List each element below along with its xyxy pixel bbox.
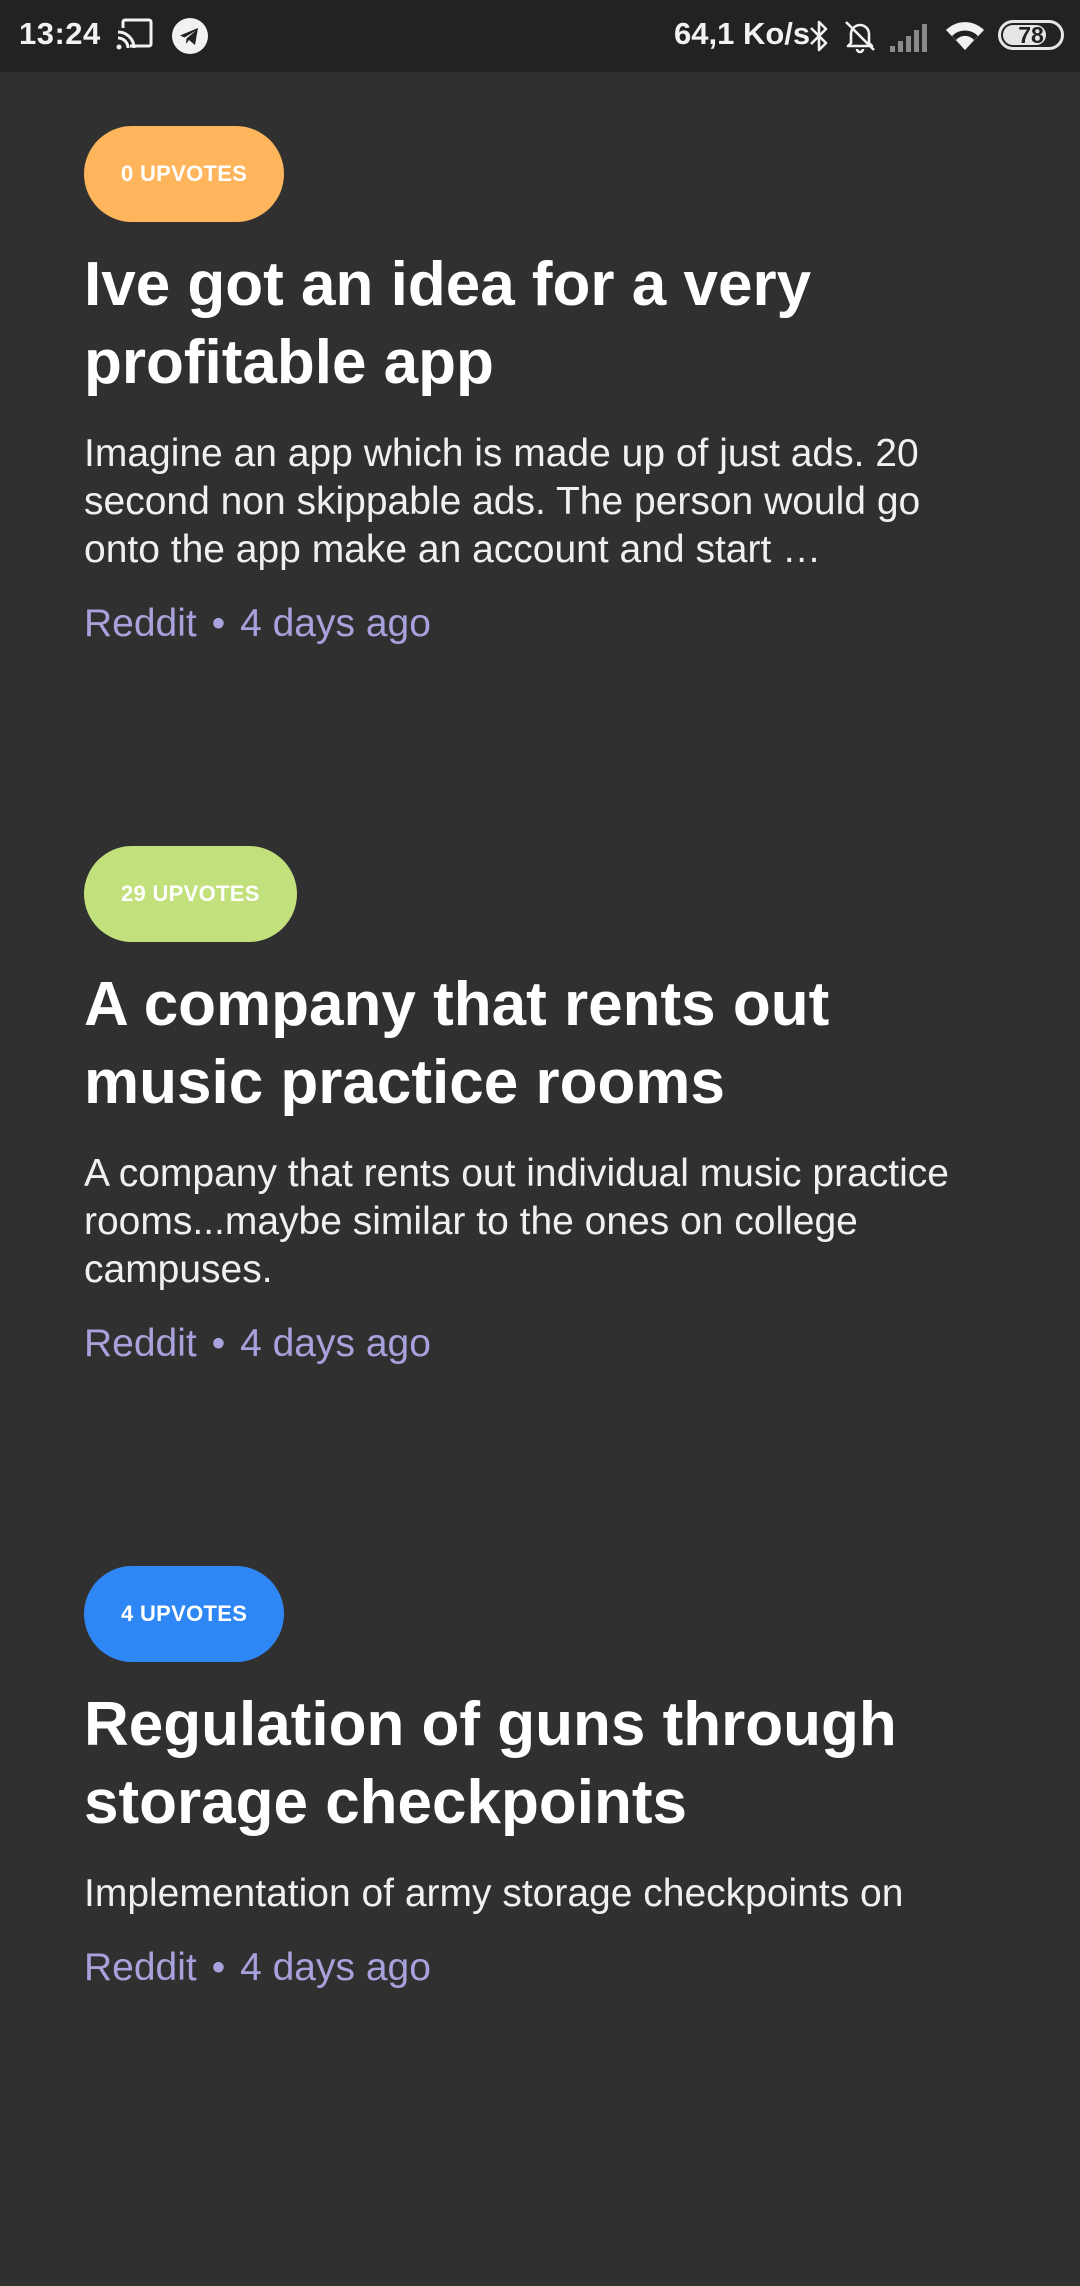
post-title[interactable]: Regulation of guns through storage check… xyxy=(84,1686,964,1842)
post-card[interactable]: 0 UPVOTES Ive got an idea for a very pro… xyxy=(84,126,1004,846)
cast-icon xyxy=(116,18,153,50)
post-title[interactable]: Ive got an idea for a very profitable ap… xyxy=(84,246,964,402)
meta-separator: • xyxy=(211,1946,226,1989)
wifi-icon xyxy=(946,22,984,50)
post-time: 4 days ago xyxy=(240,602,431,645)
post-excerpt: Implementation of army storage checkpoin… xyxy=(84,1872,904,1915)
telegram-icon xyxy=(172,18,208,54)
meta-separator: • xyxy=(211,602,226,645)
upvotes-badge: 29 UPVOTES xyxy=(84,846,297,942)
signal-icon xyxy=(890,24,927,52)
post-card[interactable]: 29 UPVOTES A company that rents out musi… xyxy=(84,846,1004,1566)
post-card[interactable]: 4 UPVOTES Regulation of guns through sto… xyxy=(84,1566,1004,2286)
network-speed: 64,1 Ko/s xyxy=(674,16,811,51)
post-time: 4 days ago xyxy=(240,1946,431,1989)
upvotes-badge: 4 UPVOTES xyxy=(84,1566,285,1662)
status-time: 13:24 xyxy=(19,16,101,51)
status-bar: 13:24 64,1 Ko/s 78 xyxy=(0,0,1080,72)
battery-icon: 78 xyxy=(998,20,1064,50)
post-excerpt: Imagine an app which is made up of just … xyxy=(84,432,921,571)
post-time: 4 days ago xyxy=(240,1322,431,1365)
post-source: Reddit xyxy=(84,602,197,645)
post-source: Reddit xyxy=(84,1946,197,1989)
upvotes-badge: 0 UPVOTES xyxy=(84,126,285,222)
idea-feed: 0 UPVOTES Ive got an idea for a very pro… xyxy=(84,72,1004,2286)
meta-separator: • xyxy=(211,1322,226,1365)
post-meta: Reddit • 4 days ago xyxy=(84,602,1004,646)
notifications-off-icon xyxy=(845,21,875,54)
post-excerpt: A company that rents out individual musi… xyxy=(84,1152,949,1291)
bluetooth-icon xyxy=(810,20,828,52)
post-meta: Reddit • 4 days ago xyxy=(84,1322,1004,1366)
battery-level: 78 xyxy=(1018,22,1044,48)
post-meta: Reddit • 4 days ago xyxy=(84,1946,1004,1990)
post-title[interactable]: A company that rents out music practice … xyxy=(84,966,964,1122)
post-source: Reddit xyxy=(84,1322,197,1365)
